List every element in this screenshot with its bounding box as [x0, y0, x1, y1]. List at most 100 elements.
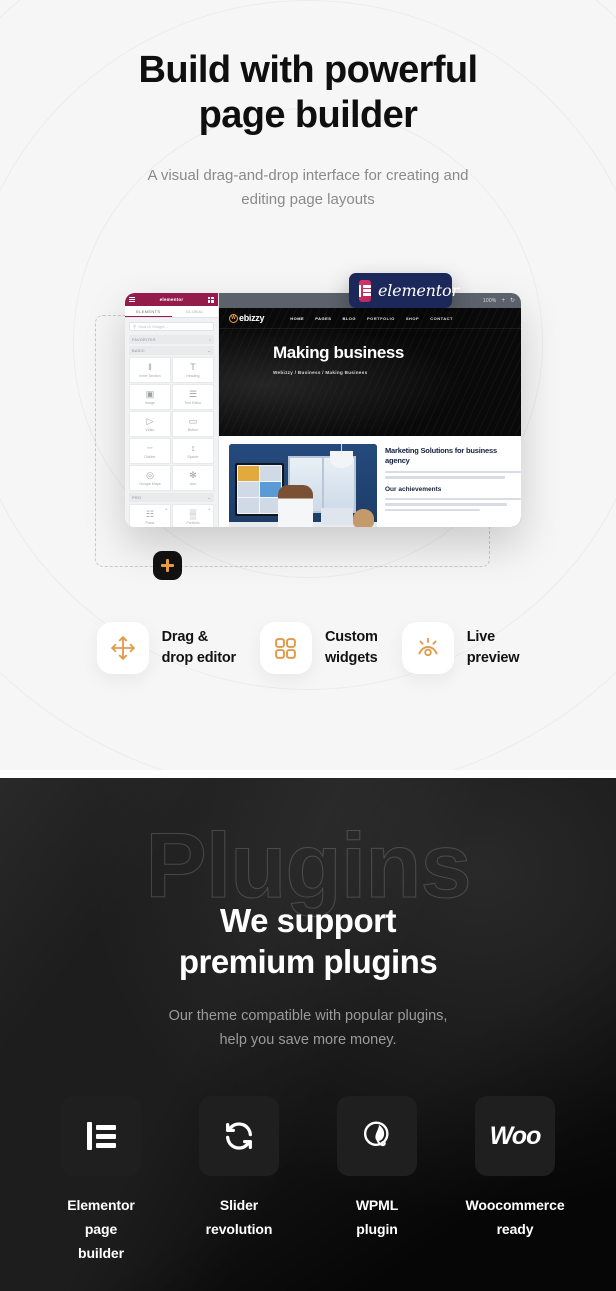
menu-hamburger-icon[interactable]: [129, 296, 135, 302]
zoom-in-icon[interactable]: +: [501, 298, 505, 304]
widget-item[interactable]: ☰ Text Editor: [172, 384, 214, 410]
menu-item-blog[interactable]: BLOG: [342, 316, 356, 321]
plugin-label-line1: Slider: [219, 1197, 259, 1213]
panel-tabs[interactable]: ELEMENTS GLOBAL: [125, 306, 218, 318]
page-subtitle-line1: A visual drag-and-drop interface for cre…: [147, 167, 469, 184]
plugin-label: Elementor page builder: [55, 1193, 147, 1265]
site-menu[interactable]: HOME PAGES BLOG PORTFOLIO SHOP CONTACT: [290, 316, 453, 321]
divider-icon: ┄: [147, 442, 153, 453]
content-paragraph: [385, 497, 521, 511]
menu-item-shop[interactable]: SHOP: [406, 316, 419, 321]
editor-screenshot-mockup: 100% + ↻ elementor ELEMENTS GLOBAL ⚲ Sea…: [125, 293, 521, 527]
feature-live-preview: Live preview: [390, 622, 532, 674]
feature-custom-widgets: Custom widgets: [248, 622, 390, 674]
plugin-label-line1: Elementor page: [67, 1197, 135, 1237]
category-pro[interactable]: PRO ⌄: [129, 493, 214, 502]
site-navbar[interactable]: W ebizzy HOME PAGES BLOG PORTFOLIO SHOP …: [219, 308, 521, 329]
widget-item[interactable]: ◎ Google Maps: [129, 465, 171, 491]
plugin-label-line2: builder: [78, 1245, 124, 1261]
plugins-subtitle: Our theme compatible with popular plugin…: [0, 1004, 616, 1052]
office-photo: [229, 444, 377, 527]
page-subtitle-line2: editing page layouts: [241, 191, 375, 208]
plugin-icon-box: [199, 1096, 279, 1176]
site-logo[interactable]: W ebizzy: [229, 313, 265, 323]
chevron-down-icon: ⌄: [207, 348, 211, 353]
woo-icon: Woo: [489, 1121, 542, 1150]
widget-item[interactable]: ‖ Inner Section: [129, 357, 171, 383]
widget-item[interactable]: ▭ Button: [172, 411, 214, 437]
button-icon: ▭: [188, 415, 198, 426]
move-arrows-icon: [110, 636, 135, 660]
menu-item-home[interactable]: HOME: [290, 316, 304, 321]
plugins-title-line2: premium plugins: [178, 943, 438, 980]
plugin-card-wpml[interactable]: WPML plugin: [331, 1096, 423, 1265]
text-editor-icon: ☰: [188, 388, 198, 399]
widget-item[interactable]: ▣ Image: [129, 384, 171, 410]
site-logo-text: ebizzy: [239, 313, 265, 323]
widget-label: Spacer: [187, 454, 199, 459]
site-content-copy: Marketing Solutions for business agency …: [385, 444, 521, 527]
feature-label-line2: drop editor: [161, 650, 237, 666]
video-icon: ▷: [146, 415, 154, 426]
plugin-icon-box: [61, 1096, 141, 1176]
page-builder-header: Build with powerful page builder A visua…: [0, 0, 616, 212]
site-preview-canvas[interactable]: W ebizzy HOME PAGES BLOG PORTFOLIO SHOP …: [219, 308, 521, 527]
plugin-label: Woocommerce ready: [466, 1193, 565, 1241]
elementor-badge: elementor: [349, 273, 459, 308]
widget-item[interactable]: ┄ Divider: [129, 438, 171, 464]
feature-icon-card: [259, 622, 312, 674]
category-favorites[interactable]: FAVORITES ›: [129, 335, 214, 344]
features-row: Drag & drop editor Custom widgets Live p…: [0, 622, 616, 674]
widget-grid-basic[interactable]: ‖ Inner Section T Heading ▣ Image ☰ Text…: [129, 357, 214, 491]
widget-grid-pro[interactable]: ▲ ☷ Posts ▲ ▒ Portfolio: [129, 504, 214, 527]
tab-global[interactable]: GLOBAL: [172, 306, 219, 317]
feature-label-line1: Drag &: [161, 629, 209, 645]
plugin-label-line1: WPML: [355, 1197, 399, 1213]
page-title-line1: Build with powerful: [138, 49, 478, 91]
chevron-right-icon: ›: [209, 337, 211, 342]
content-paragraph: [385, 471, 521, 479]
feature-icon-card: [401, 622, 454, 674]
tab-elements[interactable]: ELEMENTS: [125, 306, 172, 317]
posts-icon: ☷: [145, 508, 155, 519]
widget-label: Heading: [186, 373, 200, 378]
widget-item[interactable]: ▲ ☷ Posts: [129, 504, 171, 527]
plugin-label: Slider revolution: [206, 1193, 273, 1241]
content-heading: Marketing Solutions for business agency: [385, 446, 497, 465]
editor-mockup-stage: 100% + ↻ elementor ELEMENTS GLOBAL ⚲ Sea…: [0, 255, 616, 595]
refresh-cycle-icon: [226, 1122, 252, 1150]
webizzy-logo-mark-icon: W: [229, 313, 238, 323]
reload-icon[interactable]: ↻: [510, 298, 515, 304]
widget-label: Video: [145, 427, 155, 432]
elementor-widget-panel[interactable]: elementor ELEMENTS GLOBAL ⚲ Search Widge…: [125, 293, 219, 527]
page-builder-section: Build with powerful page builder A visua…: [0, 0, 616, 770]
plugins-title: We support premium plugins: [0, 900, 616, 982]
eye-rays-icon: [418, 637, 438, 657]
section-divider: [0, 770, 616, 778]
widget-search-input[interactable]: ⚲ Search Widget...: [129, 322, 214, 331]
plugin-card-elementor[interactable]: Elementor page builder: [55, 1096, 147, 1265]
feature-label: Live preview: [467, 627, 520, 669]
plugin-label: WPML plugin: [356, 1193, 398, 1241]
menu-item-pages[interactable]: PAGES: [315, 316, 331, 321]
widget-item[interactable]: ✻ Icon: [172, 465, 214, 491]
plugin-icon-box: Woo: [475, 1096, 555, 1176]
category-basic[interactable]: BASIC ⌄: [129, 346, 214, 355]
plugin-label-line2: revolution: [205, 1221, 273, 1237]
site-hero-body: Making business Webizzy / Business / Mak…: [219, 329, 521, 375]
plugin-card-woocommerce[interactable]: Woo Woocommerce ready: [466, 1096, 565, 1265]
widget-item[interactable]: ↕ Spacer: [172, 438, 214, 464]
widget-item[interactable]: T Heading: [172, 357, 214, 383]
menu-item-portfolio[interactable]: PORTFOLIO: [367, 316, 395, 321]
category-basic-label: BASIC: [132, 348, 145, 353]
four-squares-icon: [275, 637, 297, 659]
widget-label: Inner Section: [139, 373, 161, 378]
plugin-card-slider-revolution[interactable]: Slider revolution: [193, 1096, 285, 1265]
add-section-button[interactable]: [153, 551, 182, 580]
widget-label: Icon: [189, 481, 197, 486]
grid-view-icon[interactable]: [207, 296, 214, 303]
widget-item[interactable]: ▷ Video: [129, 411, 171, 437]
plugins-title-line1: We support: [220, 902, 396, 939]
menu-item-contact[interactable]: CONTACT: [430, 316, 453, 321]
widget-item[interactable]: ▲ ▒ Portfolio: [172, 504, 214, 527]
